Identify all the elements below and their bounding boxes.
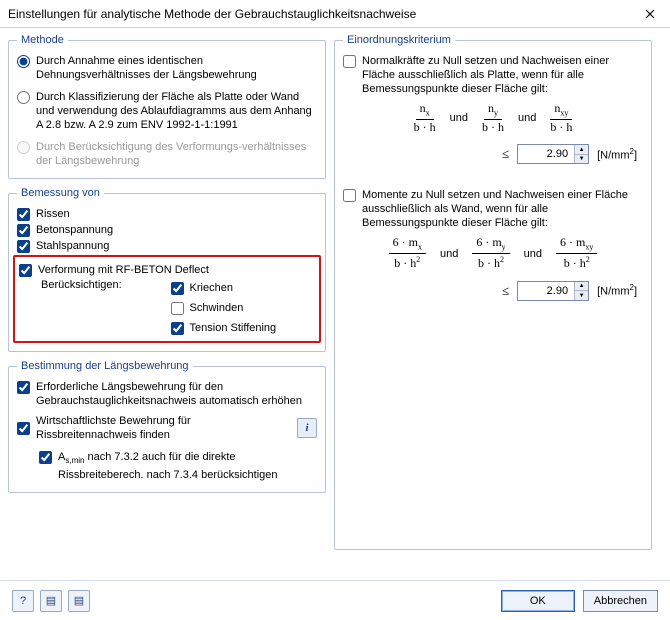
normal-unit: [N/mm2]	[597, 147, 637, 162]
criteria-group: Einordnungskriterium Normalkräfte zu Nul…	[334, 34, 652, 550]
normal-value-spinner[interactable]: ▲▼	[517, 144, 589, 164]
erf-row[interactable]: Erforderliche Längsbewehrung für den Geb…	[17, 380, 317, 408]
erf-checkbox[interactable]	[17, 381, 30, 394]
betonspannung-row[interactable]: Betonspannung	[17, 223, 317, 237]
rissen-label: Rissen	[36, 207, 70, 221]
document-icon: ▤	[74, 594, 84, 607]
wirt-checkbox[interactable]	[17, 422, 30, 435]
schwinden-label: Schwinden	[190, 301, 244, 315]
deflect-highlight: Verformung mit RF-BETON Deflect Berücksi…	[13, 255, 321, 343]
tension-row[interactable]: Tension Stiffening	[171, 321, 315, 335]
frac-nx: nx b · h	[414, 102, 436, 134]
settings2-button[interactable]: ▤	[68, 590, 90, 612]
frac-mx: 6 · mx b · h2	[389, 236, 426, 270]
cancel-button[interactable]: Abbrechen	[583, 590, 658, 612]
leq-icon: ≤	[502, 283, 509, 299]
moment-value-spinner[interactable]: ▲▼	[517, 281, 589, 301]
stahlspannung-label: Stahlspannung	[36, 239, 109, 253]
stahlspannung-checkbox[interactable]	[17, 240, 30, 253]
methode-opt3-label: Durch Berücksichtigung des Verformungs-v…	[36, 140, 317, 168]
moment-unit: [N/mm2]	[597, 283, 637, 298]
wirt-row[interactable]: Wirtschaftlichste Bewehrung für Rissbrei…	[17, 414, 317, 442]
deflect-row[interactable]: Verformung mit RF-BETON Deflect	[19, 263, 315, 277]
methode-opt1-label: Durch Annahme eines identischen Dehnungs…	[36, 54, 317, 82]
erf-label: Erforderliche Längsbewehrung für den Geb…	[36, 380, 317, 408]
leq-icon: ≤	[502, 146, 509, 162]
methode-opt3-row: Durch Berücksichtigung des Verformungs-v…	[17, 140, 317, 168]
normal-limit-row: ≤ ▲▼ [N/mm2]	[343, 144, 637, 164]
tension-checkbox[interactable]	[171, 322, 184, 335]
methode-legend: Methode	[17, 34, 68, 46]
spin-up-icon[interactable]: ▲	[575, 282, 588, 292]
methode-opt2-radio[interactable]	[17, 91, 30, 104]
bemessung-group: Bemessung von Rissen Betonspannung Stahl…	[8, 187, 326, 352]
normal-value-input[interactable]	[518, 145, 574, 163]
moment-label: Momente zu Null setzen und Nachweisen ei…	[362, 188, 643, 230]
document-icon: ▤	[46, 594, 56, 607]
longitudinal-group: Bestimmung der Längsbewehrung Erforderli…	[8, 360, 326, 493]
close-icon	[645, 9, 655, 19]
normal-force-block: Normalkräfte zu Null setzen und Nachweis…	[343, 54, 643, 164]
normal-frac-row: nx b · h und ny b · h und nxy b · h	[343, 102, 643, 134]
moment-limit-row: ≤ ▲▼ [N/mm2]	[343, 281, 637, 301]
spin-down-icon[interactable]: ▼	[575, 291, 588, 300]
moment-block: Momente zu Null setzen und Nachweisen ei…	[343, 188, 643, 300]
help-icon: ?	[20, 595, 26, 607]
asmin-label: As,min nach 7.3.2 auch für die direkte R…	[58, 450, 317, 482]
normal-row[interactable]: Normalkräfte zu Null setzen und Nachweis…	[343, 54, 643, 96]
criteria-legend: Einordnungskriterium	[343, 34, 455, 46]
schwinden-checkbox[interactable]	[171, 302, 184, 315]
rissen-row[interactable]: Rissen	[17, 207, 317, 221]
methode-opt3-radio	[17, 141, 30, 154]
asmin-row[interactable]: As,min nach 7.3.2 auch für die direkte R…	[39, 450, 317, 482]
methode-opt1-row[interactable]: Durch Annahme eines identischen Dehnungs…	[17, 54, 317, 82]
frac-nxy: nxy b · h	[550, 102, 572, 134]
asmin-checkbox[interactable]	[39, 451, 52, 464]
moment-checkbox[interactable]	[343, 189, 356, 202]
frac-mxy: 6 · mxy b · h2	[556, 236, 597, 270]
window-title: Einstellungen für analytische Methode de…	[8, 7, 416, 21]
rissen-checkbox[interactable]	[17, 208, 30, 221]
tension-label: Tension Stiffening	[190, 321, 277, 335]
frac-my: 6 · my b · h2	[472, 236, 509, 270]
normal-checkbox[interactable]	[343, 55, 356, 68]
beruck-label: Berücksichtigen:	[41, 279, 161, 297]
betonspannung-label: Betonspannung	[36, 223, 113, 237]
bemessung-legend: Bemessung von	[17, 187, 104, 199]
methode-group: Methode Durch Annahme eines identischen …	[8, 34, 326, 179]
help-button[interactable]: ?	[12, 590, 34, 612]
deflect-label: Verformung mit RF-BETON Deflect	[38, 263, 209, 277]
methode-opt2-label: Durch Klassifizierung der Fläche als Pla…	[36, 90, 317, 132]
moment-frac-row: 6 · mx b · h2 und 6 · my b · h2 und 6 · …	[343, 236, 643, 270]
footer: ? ▤ ▤ OK Abbrechen	[0, 580, 670, 620]
spin-down-icon[interactable]: ▼	[575, 155, 588, 164]
wirt-label: Wirtschaftlichste Bewehrung für Rissbrei…	[36, 414, 291, 442]
spin-up-icon[interactable]: ▲	[575, 145, 588, 155]
longitudinal-legend: Bestimmung der Längsbewehrung	[17, 360, 193, 372]
schwinden-row[interactable]: Schwinden	[171, 301, 315, 315]
ok-button[interactable]: OK	[501, 590, 575, 612]
frac-ny: ny b · h	[482, 102, 504, 134]
methode-opt1-radio[interactable]	[17, 55, 30, 68]
info-icon[interactable]: i	[297, 418, 317, 438]
kriechen-label: Kriechen	[190, 281, 233, 295]
moment-value-input[interactable]	[518, 282, 574, 300]
titlebar: Einstellungen für analytische Methode de…	[0, 0, 670, 28]
close-button[interactable]	[630, 0, 670, 28]
stahlspannung-row[interactable]: Stahlspannung	[17, 239, 317, 253]
deflect-checkbox[interactable]	[19, 264, 32, 277]
kriechen-row[interactable]: Kriechen	[171, 281, 315, 295]
normal-label: Normalkräfte zu Null setzen und Nachweis…	[362, 54, 643, 96]
settings1-button[interactable]: ▤	[40, 590, 62, 612]
methode-opt2-row[interactable]: Durch Klassifizierung der Fläche als Pla…	[17, 90, 317, 132]
betonspannung-checkbox[interactable]	[17, 224, 30, 237]
kriechen-checkbox[interactable]	[171, 282, 184, 295]
moment-row[interactable]: Momente zu Null setzen und Nachweisen ei…	[343, 188, 643, 230]
